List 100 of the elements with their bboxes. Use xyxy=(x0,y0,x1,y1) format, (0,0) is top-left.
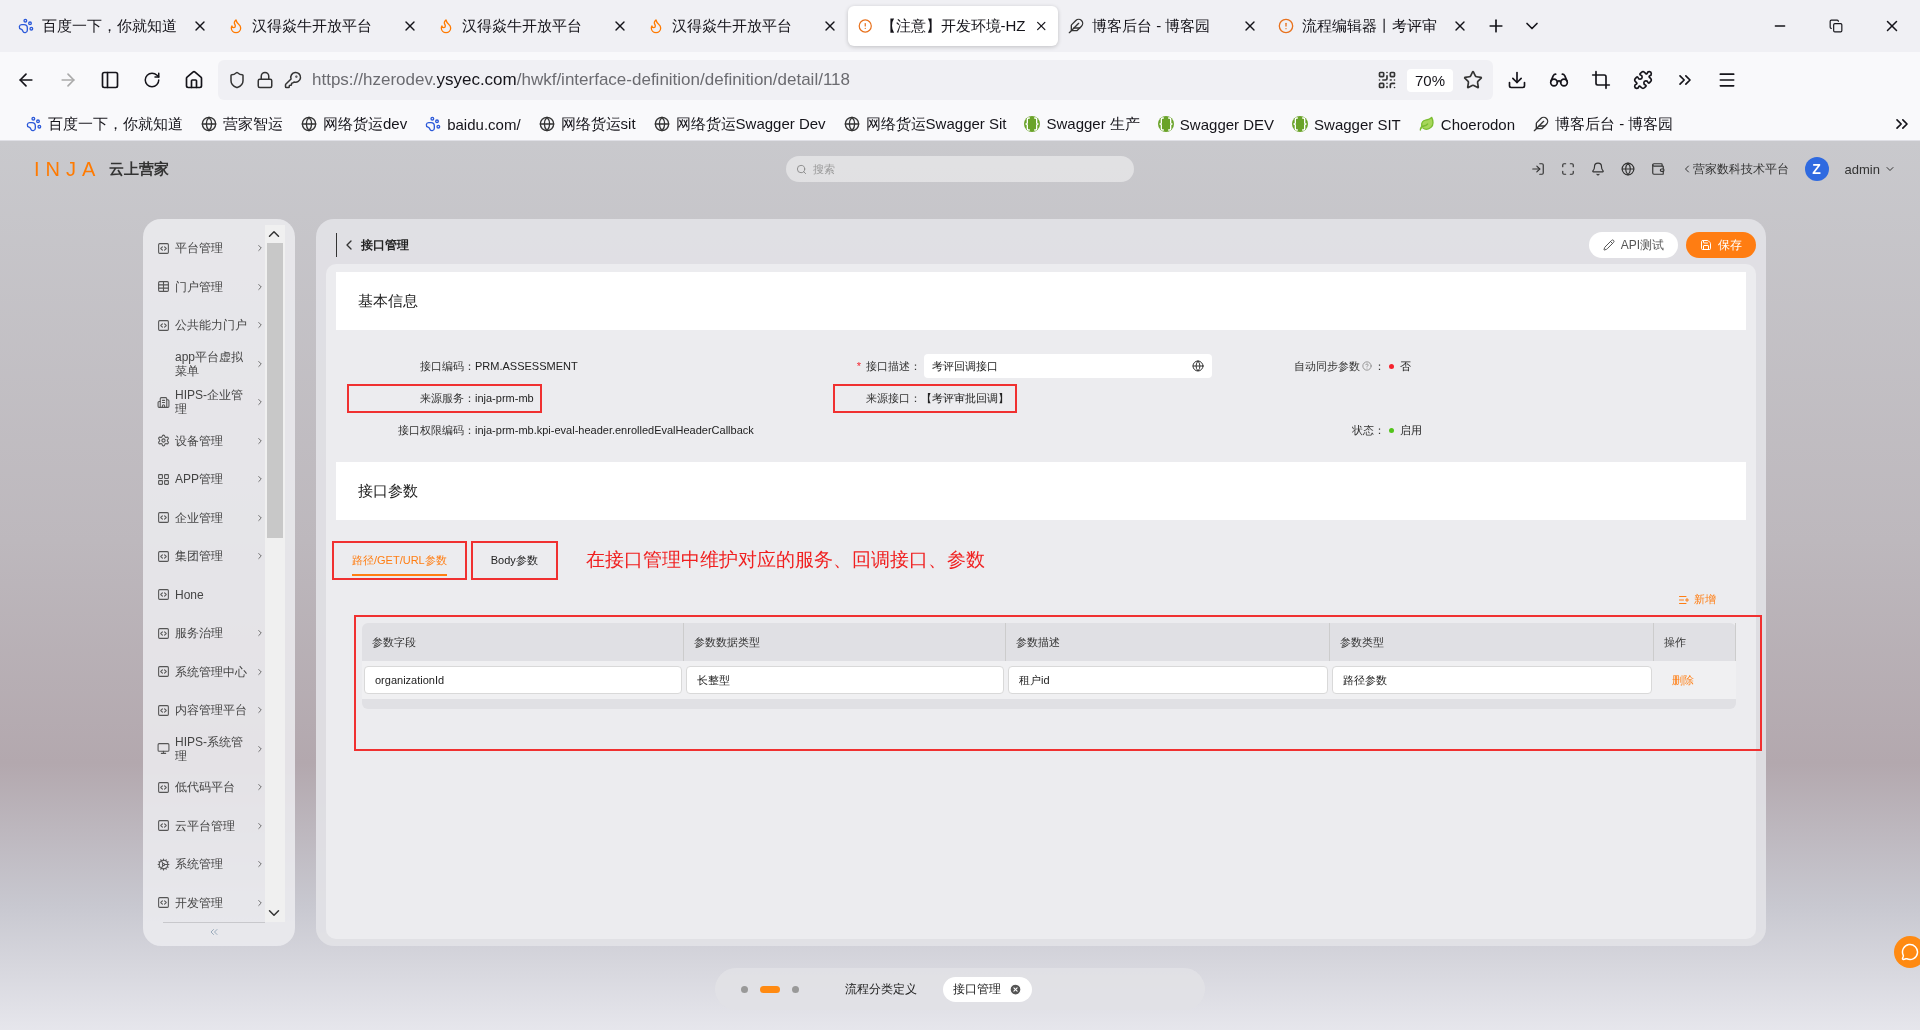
globe-icon xyxy=(843,116,860,132)
menu-item[interactable]: 公共能力门户 xyxy=(143,306,265,345)
fullscreen-icon[interactable] xyxy=(1560,162,1575,176)
browser-tab[interactable]: 汉得焱牛开放平台 xyxy=(218,6,428,46)
menu-item[interactable]: 平台管理 xyxy=(143,229,265,268)
browser-tab[interactable]: 【注意】开发环境-HZ xyxy=(848,6,1058,46)
globe-icon[interactable] xyxy=(1620,162,1635,176)
menu-item[interactable]: APP管理 xyxy=(143,460,265,499)
browser-tab[interactable]: 汉得焱牛开放平台 xyxy=(638,6,848,46)
menu-item[interactable]: 云平台管理 xyxy=(143,806,265,845)
wallet-icon[interactable] xyxy=(1650,162,1665,176)
braces-icon xyxy=(1157,116,1174,132)
menu-item[interactable]: 企业管理 xyxy=(143,498,265,537)
field-label: 接口权限编码： xyxy=(398,422,475,438)
reload-icon[interactable] xyxy=(143,71,161,89)
cell-input[interactable]: organizationId xyxy=(364,666,682,694)
bookmark[interactable]: 博客后台 - 博客园 xyxy=(1533,114,1674,134)
dock-tab[interactable]: 接口管理 xyxy=(943,976,1032,1002)
field-label: 来源服务： xyxy=(420,390,475,406)
scrollbar[interactable] xyxy=(265,225,285,922)
field-label: 接口描述： xyxy=(866,358,921,374)
menu-item[interactable]: 系统管理中心 xyxy=(143,652,265,691)
cell-input[interactable]: 租户id xyxy=(1008,666,1328,694)
sidebar-icon[interactable] xyxy=(100,70,120,90)
user-menu[interactable]: admin xyxy=(1844,161,1896,177)
pencil-icon xyxy=(1602,239,1615,251)
paw-icon xyxy=(425,116,442,132)
qr-code-icon[interactable] xyxy=(1376,70,1397,90)
browser-tab[interactable]: 流程编辑器丨考评审 xyxy=(1268,6,1478,46)
grid-icon xyxy=(157,472,170,486)
bookmark[interactable]: 网络货运dev xyxy=(301,114,408,134)
cell-input[interactable]: 长整型 xyxy=(686,666,1004,694)
bookmark[interactable]: Swagger DEV xyxy=(1157,115,1275,133)
label-colon: ： xyxy=(1374,358,1385,374)
browser-tab[interactable]: 博客后台 - 博客园 xyxy=(1058,6,1268,46)
save-icon xyxy=(1700,239,1712,251)
menu-item[interactable]: 内容管理平台 xyxy=(143,691,265,730)
bookmark[interactable]: 网络货运Swagger Sit xyxy=(843,114,1007,134)
back-link[interactable]: 接口管理 xyxy=(336,233,409,257)
field-value: 【考评审批回调】 xyxy=(921,390,1009,406)
menu-item[interactable]: 门户管理 xyxy=(143,267,265,306)
field-label: 自动同步参数 xyxy=(1294,358,1360,374)
code-window-icon xyxy=(157,588,170,602)
table-icon xyxy=(157,280,170,294)
paw-icon xyxy=(18,18,34,34)
cell-input[interactable]: 路径参数 xyxy=(1332,666,1652,694)
menu-item[interactable]: Hone xyxy=(143,575,265,614)
bookmark[interactable]: 百度一下，你就知道 xyxy=(26,114,183,134)
search-placeholder: 搜索 xyxy=(813,161,835,177)
bookmark[interactable]: baidu.com/ xyxy=(425,115,521,133)
url-text: https://hzerodev.ysyec.com/hwkf/interface-definition/definition/detail/118 xyxy=(312,70,851,90)
description-field[interactable]: 考评回调接口 xyxy=(924,354,1212,378)
bookmark[interactable]: 网络货运Swagger Dev xyxy=(653,114,826,134)
dock-tab[interactable]: 流程分类定义 xyxy=(835,976,927,1002)
menu-item[interactable]: HIPS-系统管理 xyxy=(143,729,265,768)
api-test-button[interactable]: API测试 xyxy=(1588,232,1678,258)
bookmark[interactable]: 网络货运sit xyxy=(538,114,636,134)
menu-item[interactable]: 设备管理 xyxy=(143,421,265,460)
feather-icon xyxy=(1533,116,1550,132)
restore-icon[interactable] xyxy=(1829,19,1843,33)
flame-icon xyxy=(438,18,454,34)
braces-icon xyxy=(1292,116,1309,132)
browser-tab[interactable]: 百度一下，你就知道 xyxy=(8,6,218,46)
menu-item[interactable]: 低代码平台 xyxy=(143,768,265,807)
puzzle-icon[interactable] xyxy=(1633,70,1653,90)
menu-item[interactable]: 开发管理 xyxy=(143,883,265,922)
address-bar[interactable]: https://hzerodev.ysyec.com/hwkf/interface-definition/definition/detail/118 70% xyxy=(218,60,1493,100)
bookmark[interactable]: Choerodon xyxy=(1418,115,1516,133)
bookmark[interactable]: 营家智运 xyxy=(201,114,283,134)
flame-icon xyxy=(228,18,244,34)
globe-icon xyxy=(653,116,670,132)
bookmark[interactable]: Swagger SIT xyxy=(1292,115,1401,133)
menu-item[interactable]: HIPS-企业管理 xyxy=(143,383,265,422)
download-icon[interactable] xyxy=(1507,70,1527,90)
crop-icon[interactable] xyxy=(1591,70,1611,90)
bell-icon[interactable] xyxy=(1590,162,1605,176)
menu-item[interactable]: 系统管理 xyxy=(143,845,265,884)
menu-item[interactable]: 集团管理 xyxy=(143,537,265,576)
menu-icon[interactable] xyxy=(1717,70,1737,90)
key-icon xyxy=(284,71,302,89)
code-window-icon xyxy=(157,780,170,794)
zoom-level[interactable]: 70% xyxy=(1406,68,1453,92)
bookmark[interactable]: Swagger 生产 xyxy=(1024,114,1140,134)
star-icon[interactable] xyxy=(1463,70,1483,90)
section-header: 接口参数 xyxy=(336,462,1746,520)
field-label: 接口编码： xyxy=(420,358,475,374)
globe-icon[interactable] xyxy=(1192,360,1204,372)
exit-icon[interactable] xyxy=(1530,162,1545,176)
menu-item[interactable]: 服务治理 xyxy=(143,614,265,653)
close-icon[interactable] xyxy=(1009,982,1022,996)
search-icon xyxy=(796,163,807,175)
organization-switcher[interactable]: 营家数科技术平台 xyxy=(1680,160,1789,178)
paw-icon xyxy=(26,116,42,132)
code-window-icon xyxy=(157,703,170,717)
globe-icon xyxy=(301,116,317,132)
home-icon[interactable] xyxy=(184,70,204,90)
browser-tab[interactable]: 汉得焱牛开放平台 xyxy=(428,6,638,46)
glasses-icon[interactable] xyxy=(1549,70,1569,90)
menu-item[interactable]: app平台虚拟菜单 xyxy=(143,344,265,383)
user-avatar[interactable]: Z xyxy=(1804,157,1829,181)
